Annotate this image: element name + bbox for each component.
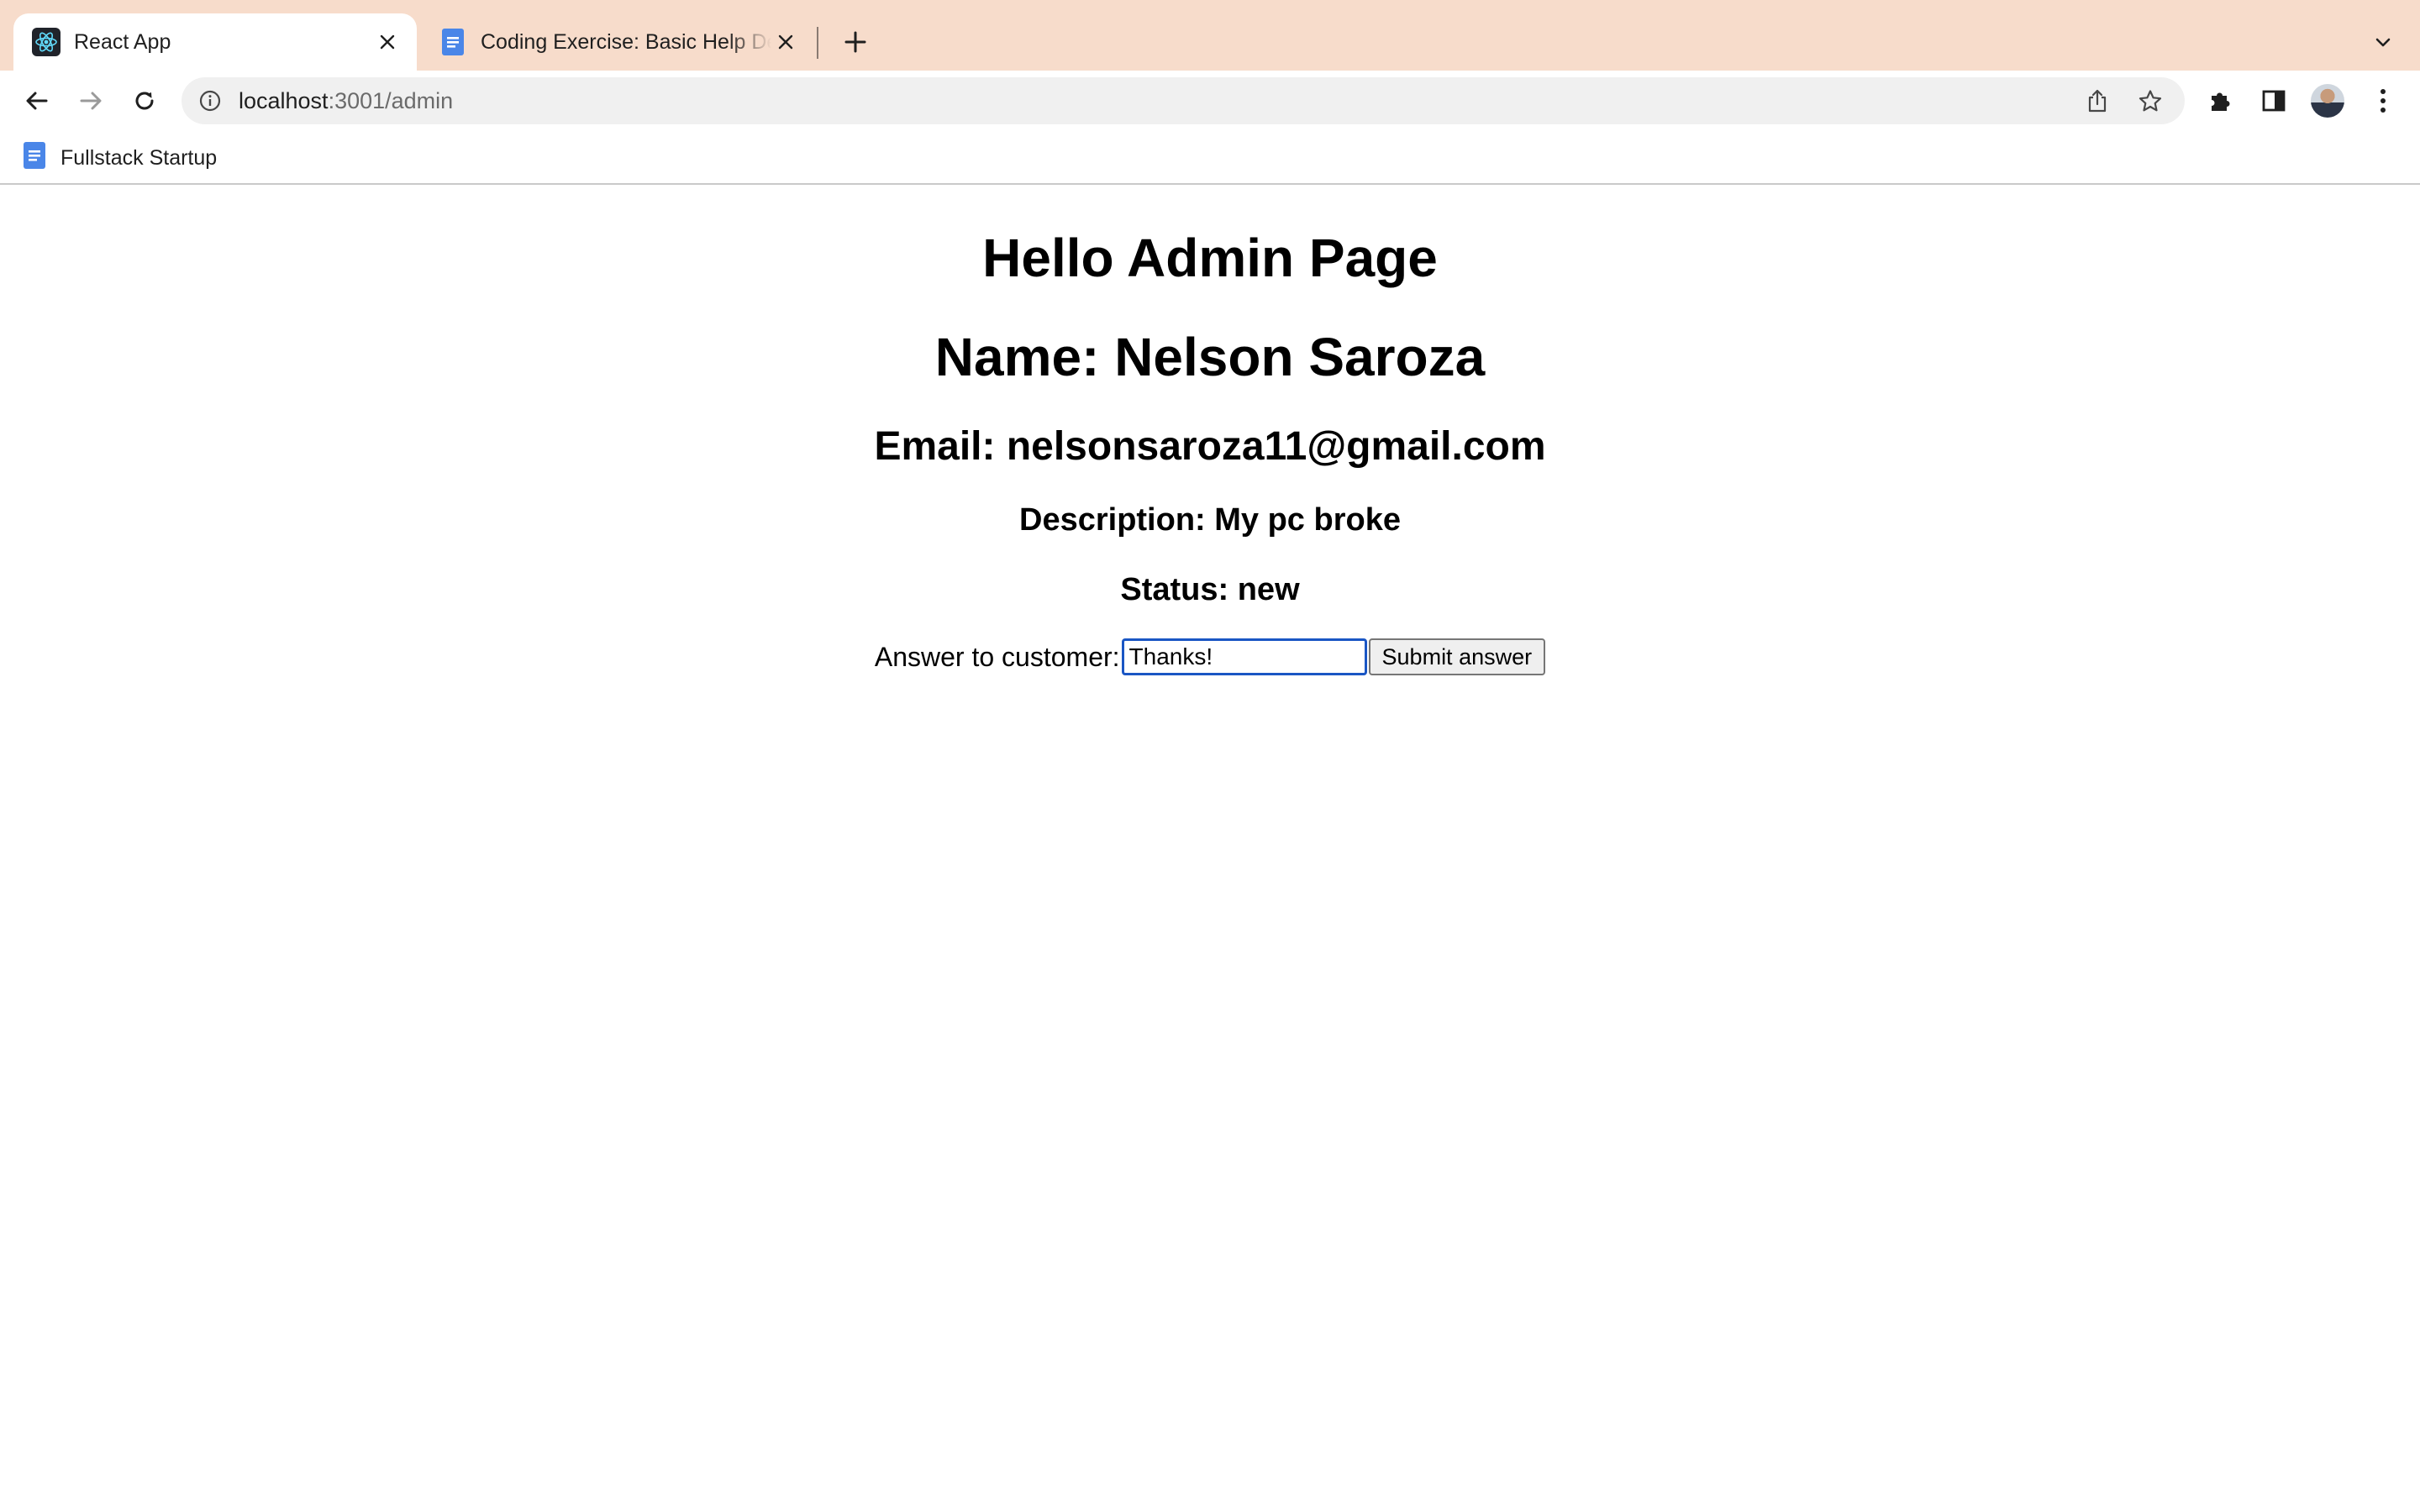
kebab-menu-icon[interactable] — [2365, 82, 2402, 119]
url-text[interactable]: localhost:3001/admin — [239, 77, 453, 124]
submit-answer-button[interactable]: Submit answer — [1368, 638, 1546, 675]
tab-react-app[interactable]: React App — [13, 13, 417, 71]
bookmark-label: Fullstack Startup — [60, 145, 218, 170]
share-icon[interactable] — [2084, 87, 2111, 114]
tab-search-chevron-down-icon[interactable] — [2366, 25, 2400, 59]
profile-avatar[interactable] — [2309, 82, 2346, 119]
back-arrow-icon[interactable] — [18, 82, 55, 119]
extensions-puzzle-icon[interactable] — [2202, 82, 2238, 119]
close-icon[interactable] — [771, 28, 800, 56]
url-path: :3001/admin — [328, 88, 454, 113]
answer-input[interactable] — [1121, 638, 1367, 675]
ticket-status: Status: new — [1120, 572, 1300, 607]
close-icon[interactable] — [373, 28, 402, 56]
tab-coding-exercise[interactable]: Coding Exercise: Basic Help Desk — [420, 13, 815, 71]
site-info-icon[interactable] — [197, 87, 224, 114]
bookmark-fullstack-startup[interactable]: Fullstack Startup — [22, 141, 218, 176]
tab-title: Coding Exercise: Basic Help Desk — [481, 29, 771, 54]
url-host: localhost — [239, 88, 329, 113]
forward-arrow-icon[interactable] — [72, 82, 109, 119]
bookmark-star-icon[interactable] — [2136, 87, 2165, 116]
customer-email: Email: nelsonsaroza11@gmail.com — [874, 424, 1546, 469]
new-tab-plus-icon[interactable] — [839, 25, 872, 59]
address-bar[interactable]: localhost:3001/admin — [182, 77, 2185, 124]
side-panel-icon[interactable] — [2255, 82, 2292, 119]
react-icon — [32, 28, 60, 56]
page-content: Hello Admin Page Name: Nelson Saroza Ema… — [0, 186, 2420, 1512]
avatar-image — [2311, 84, 2344, 118]
page-title: Hello Admin Page — [982, 228, 1438, 288]
tab-separator — [817, 27, 818, 59]
docs-icon — [22, 141, 47, 176]
browser-toolbar: localhost:3001/admin — [0, 71, 2420, 131]
answer-form: Answer to customer: Submit answer — [0, 638, 2420, 675]
ticket-description: Description: My pc broke — [1019, 502, 1401, 538]
tab-strip: React App Coding Exercise: Basic Help De… — [0, 0, 2420, 71]
docs-icon — [439, 28, 467, 56]
bookmarks-bar: Fullstack Startup — [0, 131, 2420, 185]
reload-icon[interactable] — [126, 82, 163, 119]
tab-title: React App — [74, 29, 171, 54]
answer-label: Answer to customer: — [874, 641, 1120, 672]
customer-name: Name: Nelson Saroza — [934, 327, 1486, 387]
